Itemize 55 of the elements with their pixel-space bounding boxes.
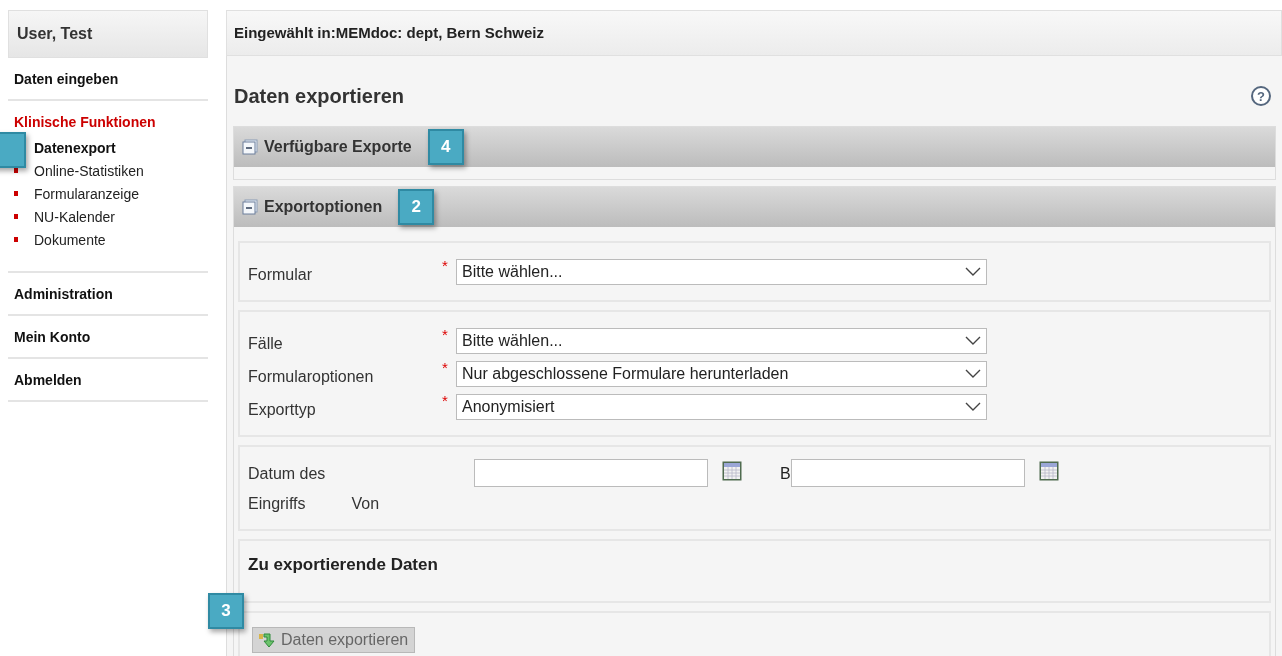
dropdown[interactable]: Anonymisiert <box>456 393 987 420</box>
calendar-icon[interactable] <box>722 461 742 481</box>
user-name: User, Test <box>8 10 208 58</box>
required-asterisk: * <box>442 256 449 274</box>
field-label: Fälle <box>248 333 284 353</box>
dropdown[interactable]: Nur abgeschlossene Formulare herunterladen <box>456 360 987 387</box>
required-asterisk: * <box>442 325 449 343</box>
nav-sub-link[interactable]: Online-Statistiken <box>34 162 144 179</box>
bullet-icon <box>14 191 18 196</box>
required-asterisk: * <box>442 358 449 376</box>
field-label: Formularoptionen <box>248 366 375 386</box>
calendar-icon[interactable] <box>1038 461 1059 481</box>
bullet-icon <box>14 214 18 219</box>
field-label: Von <box>351 495 380 513</box>
callout-marker: 2 <box>398 189 435 225</box>
section-title: Exportoptionen <box>264 198 383 216</box>
nav-sub-link[interactable]: NU-Kalender <box>34 208 115 225</box>
field-label: Datum des <box>248 465 327 483</box>
callout-marker: 4 <box>427 129 464 165</box>
date-input[interactable] <box>474 459 708 487</box>
collapse-icon[interactable] <box>242 199 258 215</box>
collapse-icon[interactable] <box>242 139 258 155</box>
bullet-icon <box>14 168 18 173</box>
bullet-icon <box>14 237 18 242</box>
callout-marker: 3 <box>208 593 244 629</box>
chevron-down-icon <box>965 401 981 412</box>
nav-link[interactable]: Abmelden <box>8 359 208 400</box>
dropdown[interactable]: Bitte wählen... <box>456 327 987 354</box>
date-input[interactable] <box>790 459 1025 487</box>
nav-link[interactable]: Administration <box>8 273 208 314</box>
section-header[interactable]: Exportoptionen 2 <box>234 187 1275 227</box>
download-arrow-icon <box>259 632 277 648</box>
page-title: Daten exportieren <box>234 84 405 108</box>
nav-link[interactable]: Mein Konto <box>8 316 208 357</box>
callout-marker <box>0 132 26 168</box>
nav-sub-link[interactable]: Dokumente <box>34 231 106 248</box>
dropdown[interactable]: Bitte wählen... <box>456 258 987 285</box>
nav-link[interactable]: Daten eingeben <box>8 58 208 99</box>
nav-sub-link[interactable]: Datenexport <box>34 139 116 156</box>
field-label: Exporttyp <box>248 399 317 419</box>
chevron-down-icon <box>965 335 981 346</box>
header-bar: Eingewählt in:MEMdoc: dept, Bern Schweiz <box>226 10 1282 56</box>
chevron-down-icon <box>965 368 981 379</box>
chevron-down-icon <box>965 266 981 277</box>
nav-sub-link[interactable]: Formularanzeige <box>34 185 140 202</box>
section-subtitle: Zu exportierende Daten <box>248 555 439 575</box>
section-title: Verfügbare Exporte <box>264 138 412 156</box>
field-label: Formular <box>248 264 313 284</box>
section-header[interactable]: Verfügbare Exporte 4 <box>234 127 1275 167</box>
field-label: Eingriffs <box>248 495 306 513</box>
nav-link[interactable]: Klinische Funktionen <box>8 101 208 136</box>
help-icon[interactable]: ? <box>1251 86 1271 106</box>
field-label: B <box>780 464 791 483</box>
required-asterisk: * <box>442 391 449 409</box>
export-button[interactable]: Daten exportieren <box>252 627 416 653</box>
